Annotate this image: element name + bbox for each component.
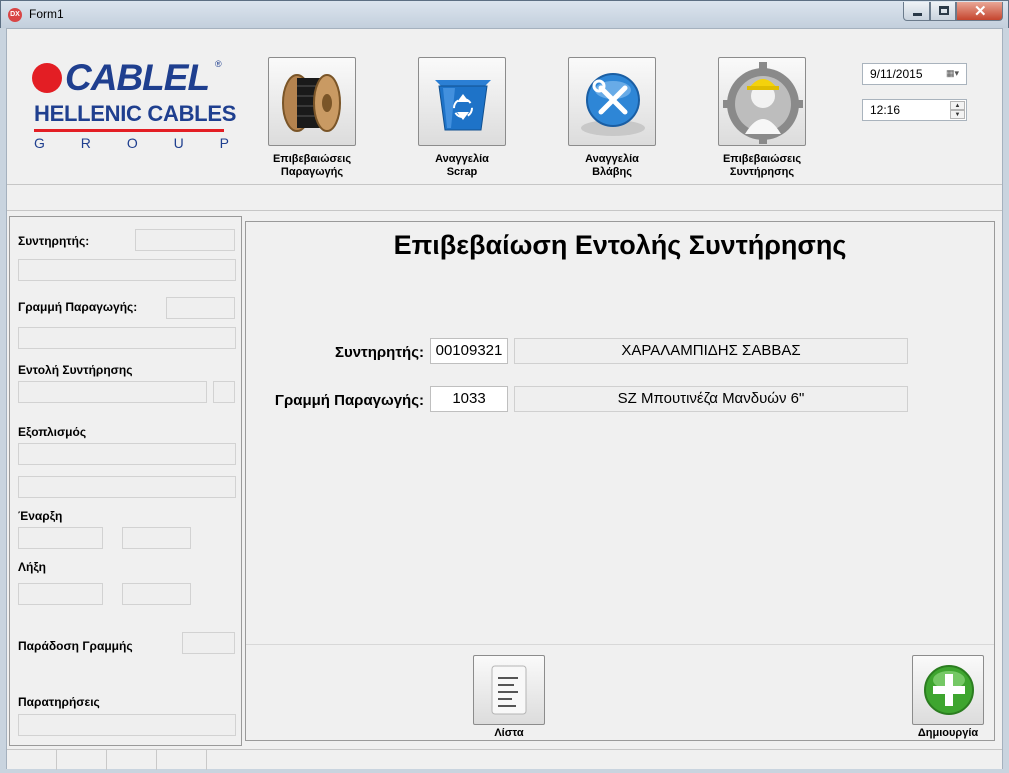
page-title: Επιβεβαίωση Εντολής Συντήρησης	[393, 230, 847, 260]
maximize-button[interactable]	[930, 2, 956, 21]
status-segment	[107, 750, 157, 770]
technician-name-field: ΧΑΡΑΛΑΜΠΙΔΗΣ ΣΑΒΒΑΣ	[514, 338, 908, 364]
app-icon: DX	[8, 8, 22, 22]
left-order-extra-field	[213, 381, 235, 403]
left-equipment-field	[18, 443, 236, 465]
spin-down-icon[interactable]: ▼	[950, 110, 965, 119]
left-technician-code-field	[135, 229, 235, 251]
left-start-label: Έναρξη	[18, 509, 63, 523]
left-end-time-field	[122, 583, 191, 605]
production-line-name-field: SZ Μπουτινέζα Μανδυών 6"	[514, 386, 908, 412]
left-notes-label: Παρατηρήσεις	[18, 695, 100, 709]
title-bar: DX Form1 ✕	[0, 0, 1009, 28]
window-title: Form1	[29, 7, 64, 21]
cable-reel-icon	[282, 74, 341, 132]
nav-tile[interactable]	[418, 57, 506, 146]
left-start-time-field	[122, 527, 191, 549]
nav-fault-report[interactable]: Αναγγελία Βλάβης	[547, 57, 677, 179]
left-end-date-field	[18, 583, 103, 605]
nav-tile[interactable]	[718, 57, 806, 146]
list-button-label: Λίστα	[494, 727, 524, 739]
logo-dot	[32, 63, 62, 93]
nav-caption-line: Βλάβης	[592, 166, 632, 178]
status-segment	[157, 750, 207, 770]
nav-tile[interactable]	[568, 57, 656, 146]
left-end-label: Λήξη	[18, 560, 47, 574]
logo-letter: U	[173, 135, 184, 151]
nav-maintenance-confirmations[interactable]: Επιβεβαιώσεις Συντήρησης	[697, 57, 827, 179]
left-order-label: Εντολή Συντήρησης	[18, 363, 133, 377]
nav-caption: Επιβεβαιώσεις Παραγωγής	[247, 153, 377, 179]
logo-letter: P	[219, 135, 229, 151]
logo-letter: G	[34, 135, 45, 151]
maximize-icon	[939, 6, 949, 15]
time-value: 12:16	[870, 103, 901, 117]
minimize-icon	[913, 13, 922, 16]
spin-up-icon[interactable]: ▲	[950, 101, 965, 110]
left-technician-label: Συντηρητής:	[18, 234, 90, 248]
logo-underline	[34, 129, 224, 132]
nav-caption: Αναγγελία Scrap	[397, 153, 527, 179]
nav-caption-line: Επιβεβαιώσεις	[272, 153, 352, 165]
nav-caption-line: Επιβεβαιώσεις	[722, 153, 802, 165]
minimize-button[interactable]	[903, 2, 930, 21]
form-client-area: CABLEL ® HELLENIC CABLES G R O U P Επιβε…	[6, 28, 1003, 770]
close-icon: ✕	[974, 3, 987, 20]
left-equipment-label: Εξοπλισμός	[18, 425, 87, 439]
cablel-logo: CABLEL ® HELLENIC CABLES G R O U P	[27, 57, 236, 157]
logo-letter: R	[80, 135, 91, 151]
logo-letter: O	[126, 135, 138, 151]
logo-word: CABLEL	[65, 57, 210, 98]
nav-caption-line: Αναγγελία	[435, 153, 489, 165]
left-line-name-field	[18, 327, 236, 349]
nav-caption-line: Παραγωγής	[280, 166, 344, 178]
nav-scrap-report[interactable]: Αναγγελία Scrap	[397, 57, 527, 179]
date-picker[interactable]: 9/11/2015 ▦▾	[862, 63, 967, 85]
recycle-bin-icon	[435, 80, 491, 131]
production-line-label: Γραμμή Παραγωγής:	[274, 392, 424, 409]
production-line-code-input[interactable]: 1033	[430, 386, 508, 412]
logo-registered: ®	[215, 59, 222, 69]
technician-label: Συντηρητής:	[334, 344, 424, 361]
date-value: 9/11/2015	[870, 67, 923, 81]
left-handover-label: Παράδοση Γραμμής	[18, 639, 133, 653]
left-details-panel: Συντηρητής: Γραμμή Παραγωγής: Εντολή Συν…	[9, 216, 242, 746]
list-button[interactable]	[473, 655, 545, 725]
time-picker[interactable]: 12:16 ▲ ▼	[862, 99, 967, 121]
status-segment	[7, 750, 57, 770]
logo-group: G R O U P	[34, 135, 229, 151]
left-line-code-field	[166, 297, 235, 319]
close-button[interactable]: ✕	[956, 2, 1003, 21]
calendar-dropdown-icon[interactable]: ▦▾	[946, 68, 962, 81]
main-panel: Επιβεβαίωση Εντολής Συντήρησης Συντηρητή…	[245, 221, 995, 741]
action-bar: Λίστα Δημιουργία	[246, 644, 994, 740]
technician-code-input[interactable]: 00109321	[430, 338, 508, 364]
nav-production-confirmations[interactable]: Επιβεβαιώσεις Παραγωγής	[247, 57, 377, 179]
nav-caption-line: Scrap	[446, 166, 478, 178]
status-segment	[57, 750, 107, 770]
left-technician-name-field	[18, 259, 236, 281]
toolbar-strip	[7, 184, 1002, 211]
left-line-label: Γραμμή Παραγωγής:	[18, 300, 138, 314]
status-bar	[7, 749, 1002, 770]
nav-caption: Αναγγελία Βλάβης	[547, 153, 677, 179]
create-button-label: Δημιουργία	[917, 727, 979, 739]
nav-caption-line: Αναγγελία	[585, 153, 639, 165]
left-equipment-desc-field	[18, 476, 236, 498]
list-document-icon	[491, 665, 527, 715]
add-plus-icon	[924, 665, 974, 715]
header: CABLEL ® HELLENIC CABLES G R O U P Επιβε…	[7, 29, 1002, 184]
left-start-date-field	[18, 527, 103, 549]
nav-caption-line: Συντήρησης	[729, 166, 795, 178]
nav-caption: Επιβεβαιώσεις Συντήρησης	[697, 153, 827, 179]
repair-tools-icon	[581, 73, 645, 136]
nav-tile[interactable]	[268, 57, 356, 146]
left-notes-field	[18, 714, 236, 736]
left-order-field	[18, 381, 207, 403]
left-handover-field	[182, 632, 235, 654]
technician-gear-icon	[723, 62, 803, 144]
logo-subtitle: HELLENIC CABLES	[34, 101, 237, 126]
create-button[interactable]	[912, 655, 984, 725]
